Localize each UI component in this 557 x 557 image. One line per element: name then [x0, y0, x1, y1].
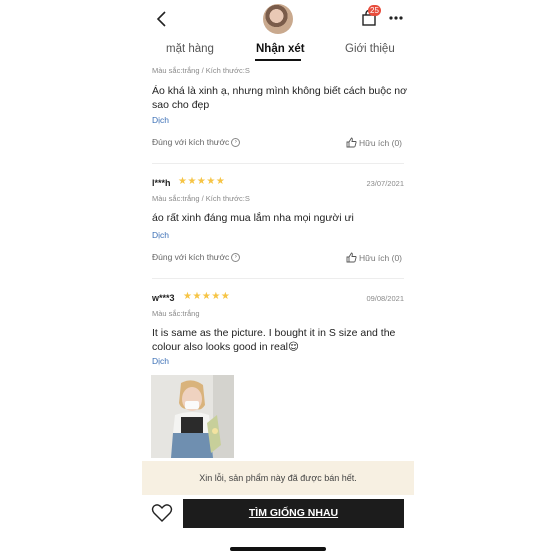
helpful-button[interactable]: Hữu ích (0): [346, 252, 402, 263]
rating-stars: ★★★★★: [183, 291, 231, 302]
helpful-button[interactable]: Hữu ích (0): [346, 137, 402, 148]
reviewer-name: w***3: [152, 293, 175, 303]
tab-reviews[interactable]: Nhận xét: [256, 43, 305, 55]
top-bar: 25: [142, 0, 414, 38]
translate-link[interactable]: Dịch: [152, 115, 169, 125]
heart-icon[interactable]: [151, 503, 173, 523]
translate-link[interactable]: Dịch: [152, 230, 169, 240]
tab-about[interactable]: Giới thiệu: [345, 43, 395, 55]
active-tab-indicator: [255, 59, 301, 61]
review-divider: [152, 163, 404, 164]
tab-products[interactable]: mặt hàng: [166, 43, 214, 55]
review-text: It is same as the picture. I bought it i…: [152, 327, 396, 353]
review-variant: Màu sắc:trắng / Kích thước:S: [152, 66, 250, 75]
translate-link[interactable]: Dịch: [152, 356, 169, 366]
review-variant: Màu sắc:trắng: [152, 309, 200, 318]
home-indicator: [230, 547, 326, 551]
size-fit-text: Đúng với kích thước: [152, 252, 230, 262]
review-divider: [152, 278, 404, 279]
bottom-action-bar: TÌM GIỐNG NHAU: [142, 495, 414, 535]
chevron-circle-icon: ›: [231, 138, 241, 148]
review-date: 09/08/2021: [366, 294, 404, 303]
more-dots-icon[interactable]: [388, 13, 404, 23]
size-fit-label[interactable]: Đúng với kích thước ›: [152, 252, 241, 263]
review-photo[interactable]: [151, 375, 234, 458]
helpful-count: Hữu ích (0): [359, 253, 403, 263]
app-screen: 25 mặt hàng Nhận xét Giới thiệu Màu sắc:…: [142, 0, 414, 557]
review-date: 23/07/2021: [366, 179, 404, 188]
reviewer-name: l***h: [152, 178, 171, 188]
size-fit-label[interactable]: Đúng với kích thước ›: [152, 137, 241, 148]
back-chevron-icon[interactable]: [154, 10, 170, 28]
rating-stars: ★★★★★: [178, 176, 226, 187]
helpful-count: Hữu ích (0): [359, 138, 403, 148]
review-variant: Màu sắc:trắng / Kích thước:S: [152, 194, 250, 203]
chevron-circle-icon: ›: [231, 253, 241, 263]
person-photo-illustration: [151, 375, 234, 458]
review-text: áo rất xinh đáng mua lắm nha mọi người ư…: [152, 212, 354, 224]
thumbs-up-icon: [346, 137, 357, 148]
size-fit-text: Đúng với kích thước: [152, 137, 230, 147]
cart-count-badge: 25: [368, 5, 381, 16]
find-similar-button[interactable]: TÌM GIỐNG NHAU: [183, 499, 404, 528]
review-text: Áo khá là xinh ạ, nhưng mình không biết …: [152, 85, 407, 111]
thumbs-up-icon: [346, 252, 357, 263]
shop-avatar[interactable]: [263, 4, 293, 34]
sold-out-notice: Xin lỗi, sản phẩm này đã được bán hết.: [142, 461, 414, 495]
